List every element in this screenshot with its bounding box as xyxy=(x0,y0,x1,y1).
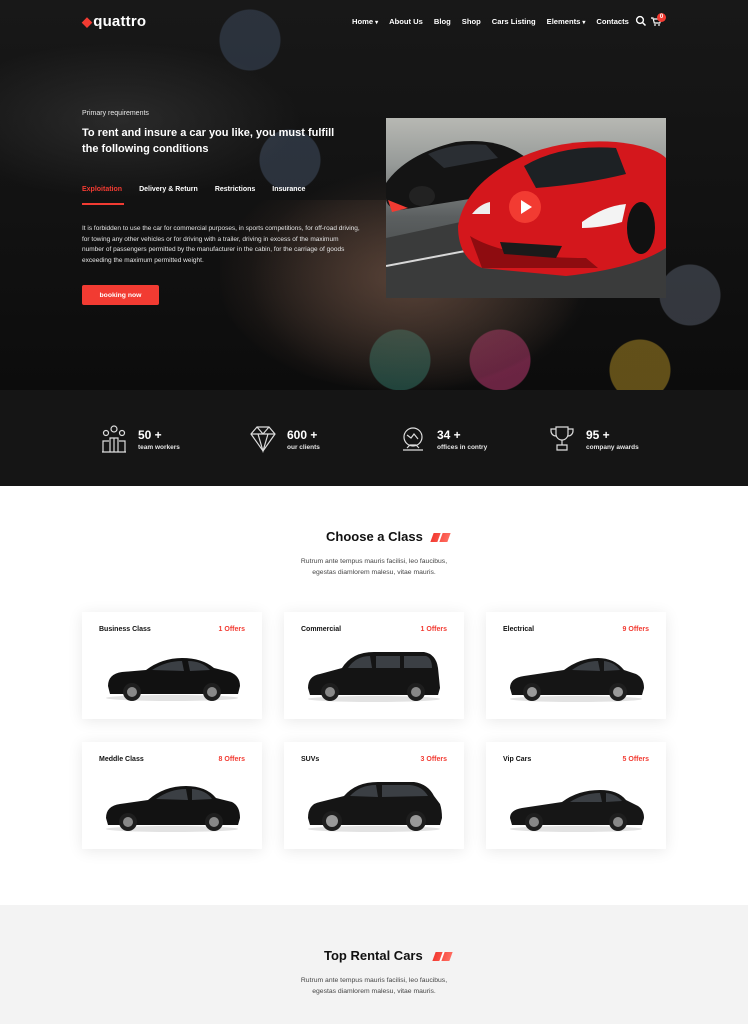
search-icon[interactable] xyxy=(635,15,647,27)
menu-item-contacts[interactable]: Contacts xyxy=(596,17,629,26)
coupe-car-image xyxy=(106,786,240,832)
trophy-icon xyxy=(550,426,574,451)
menu-item-shop[interactable]: Shop xyxy=(462,17,481,26)
menu-item-about-us[interactable]: About Us xyxy=(389,17,423,26)
class-card-commercial[interactable]: Commercial 1 Offers xyxy=(284,612,464,719)
tab-exploitation[interactable]: Exploitation xyxy=(82,186,125,205)
cart-count-badge: 0 xyxy=(657,13,666,22)
minivan-car-image xyxy=(308,652,440,702)
stat-value: 95 + xyxy=(586,428,610,442)
booking-now-button[interactable]: booking now xyxy=(82,285,159,305)
hero-title: To rent and insure a car you like, you m… xyxy=(82,127,335,155)
stat-label: team workers xyxy=(138,444,180,451)
class-card-electrical[interactable]: Electrical 9 Offers xyxy=(486,612,666,719)
class-name: Business Class xyxy=(99,626,151,633)
stat-value: 34 + xyxy=(437,428,461,442)
stat-label: offices in contry xyxy=(437,444,488,451)
class-offers: 8 Offers xyxy=(218,756,245,763)
class-card-suvs[interactable]: SUVs 3 Offers xyxy=(284,742,464,849)
main-menu: Home ▾ About Us Blog Shop Cars Listing El… xyxy=(352,17,629,26)
team-icon xyxy=(102,425,126,453)
stat-label: our clients xyxy=(287,444,320,451)
class-offers: 5 Offers xyxy=(622,756,649,763)
top-navigation: ◆quattro Home ▾ About Us Blog Shop Cars L… xyxy=(0,0,748,45)
globe-icon xyxy=(403,427,423,451)
subtitle-line: Rutrum ante tempus mauris facilisi, leo … xyxy=(300,977,448,984)
chevron-down-icon: ▾ xyxy=(582,20,586,26)
logo-mark-icon: ◆ xyxy=(82,14,93,29)
class-name: Meddle Class xyxy=(99,756,144,763)
stats-bar: 50 + team workers 600 + our clients 34 +… xyxy=(0,390,748,486)
tab-content-text: It is forbidden to use the car for comme… xyxy=(82,225,360,264)
class-offers: 3 Offers xyxy=(420,756,447,763)
class-name: Electrical xyxy=(503,626,535,633)
subtitle-line: egestas diamlorem malesu, vitae mauris. xyxy=(312,569,436,576)
top-rental-section xyxy=(0,905,748,1024)
section-title-top-rental: Top Rental Cars xyxy=(324,948,423,963)
coupe-car-image xyxy=(510,658,644,702)
stat-label: company awards xyxy=(586,444,639,451)
class-offers: 1 Offers xyxy=(420,626,447,633)
class-name: Commercial xyxy=(301,626,342,633)
accent-stripe-icon xyxy=(432,952,453,961)
supercar-image xyxy=(510,790,644,832)
logo-text: quattro xyxy=(93,13,147,30)
section-subtitle-classes: Rutrum ante tempus mauris facilisi, leo … xyxy=(224,556,524,578)
menu-item-blog[interactable]: Blog xyxy=(434,17,451,26)
section-title-classes: Choose a Class xyxy=(326,529,423,544)
menu-item-home[interactable]: Home ▾ xyxy=(352,17,378,26)
tab-delivery-return[interactable]: Delivery & Return xyxy=(139,186,198,205)
accent-stripe-icon xyxy=(430,533,451,542)
section-subtitle-top-rental: Rutrum ante tempus mauris facilisi, leo … xyxy=(224,975,524,997)
class-name: Vip Cars xyxy=(503,756,532,763)
tab-restrictions[interactable]: Restrictions xyxy=(215,186,255,205)
site-logo[interactable]: ◆quattro xyxy=(82,13,146,30)
menu-item-label: Home xyxy=(352,17,374,26)
subtitle-line: egestas diamlorem malesu, vitae mauris. xyxy=(312,988,436,995)
chevron-down-icon: ▾ xyxy=(375,20,379,26)
class-card-middle[interactable]: Meddle Class 8 Offers xyxy=(82,742,262,849)
class-offers: 1 Offers xyxy=(218,626,245,633)
diamond-icon xyxy=(250,426,276,454)
menu-item-cars-listing[interactable]: Cars Listing xyxy=(492,17,536,26)
tab-insurance[interactable]: Insurance xyxy=(272,186,305,205)
sedan-car-image xyxy=(106,658,240,701)
stat-value: 600 + xyxy=(287,428,318,442)
menu-item-label: Elements xyxy=(546,17,581,26)
class-name: SUVs xyxy=(301,756,320,763)
suv-car-image xyxy=(308,782,442,832)
hero-eyebrow: Primary requirements xyxy=(82,110,149,117)
conditions-tabs: Exploitation Delivery & Return Restricti… xyxy=(82,186,305,205)
subtitle-line: Rutrum ante tempus mauris facilisi, leo … xyxy=(300,558,448,565)
class-card-business[interactable]: Business Class 1 Offers xyxy=(82,612,262,719)
class-offers: 9 Offers xyxy=(622,626,649,633)
menu-item-elements[interactable]: Elements ▾ xyxy=(547,17,586,26)
stat-value: 50 + xyxy=(138,428,162,442)
play-video-button[interactable] xyxy=(509,191,541,223)
class-card-vip[interactable]: Vip Cars 5 Offers xyxy=(486,742,666,849)
